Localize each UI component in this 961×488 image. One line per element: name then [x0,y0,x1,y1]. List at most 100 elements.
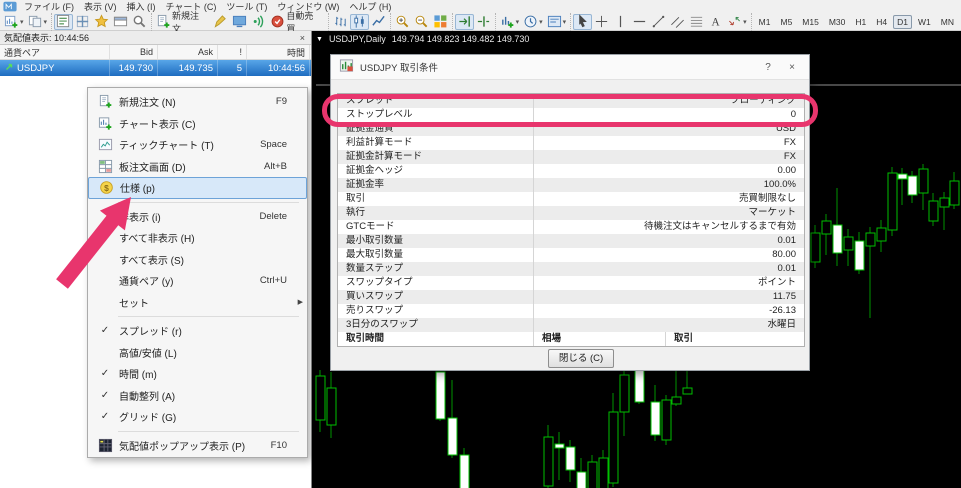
context-menu-item-10[interactable]: セット ▶ [88,292,307,314]
context-menu-item-2[interactable]: ティックチャート (T) Space [88,134,307,156]
context-menu-item-16[interactable]: ✓ グリッド (G) [88,406,307,428]
bar-chart-button[interactable] [331,14,350,30]
timeframe-h4-button[interactable]: H4 [872,15,891,29]
menu-item-1[interactable]: 表示 (V) [79,0,122,13]
sessions-col-quotes: 相場 [533,332,665,346]
spec-label: スプレッド [346,95,394,106]
auto-trading-button[interactable]: 自動売買 [268,11,325,34]
chevron-down-icon: ▾ [43,18,48,26]
context-menu-item-1[interactable]: チャート表示 (C) [88,113,307,135]
menu-item-shortcut: Delete [259,210,287,222]
spec-row-0: スプレッド フローティング [338,94,804,108]
chevron-down-icon: ▾ [562,18,567,26]
context-menu-item-13[interactable]: 高値/安値 (L) [88,342,307,364]
terminal-button[interactable] [111,14,130,30]
new-chart-button[interactable]: ▾ [2,14,26,30]
metaeditor-button[interactable] [211,14,230,30]
text-button[interactable]: A [706,14,725,30]
column-header[interactable]: Bid [110,45,158,59]
symbol-row-usdjpy[interactable]: USDJPY 149.730 149.735 5 10:44:56 [0,60,311,76]
menu-item-0[interactable]: ファイル (F) [19,0,79,13]
spec-label: 証拠金ヘッジ [346,165,404,176]
timeframe-w1-button[interactable]: W1 [914,15,935,29]
auto-scroll-button[interactable] [454,13,474,30]
menu-new-order-icon [91,94,119,109]
templates-button[interactable]: ▾ [545,14,569,30]
help-icon[interactable]: ? [759,59,777,75]
auto-scroll-icon [457,14,472,29]
spec-row-15: 売りスワップ -26.13 [338,304,804,318]
candlestick-button[interactable] [349,13,369,30]
context-menu-item-3[interactable]: 板注文画面 (D) Alt+B [88,156,307,178]
context-menu-item-15[interactable]: ✓ 自動整列 (A) [88,385,307,407]
cursor-button[interactable] [573,13,593,30]
sessions-header-row: 取引時間 相場 取引 [338,332,804,346]
market-watch-button[interactable] [54,13,74,30]
timeframe-mn-button[interactable]: MN [937,15,958,29]
horizontal-line-icon [632,14,647,29]
crosshair-button[interactable] [592,14,611,30]
spec-value: 100.0% [533,178,804,192]
spec-row-2: 証拠金通貨 USD [338,122,804,136]
context-menu-item-12[interactable]: ✓ スプレッド (r) [88,320,307,342]
menu-item-4[interactable]: ツール (T) [221,0,272,13]
close-button[interactable]: 閉じる (C) [548,349,614,368]
timeframe-m5-button[interactable]: M5 [776,15,796,29]
column-header[interactable]: ! [218,45,247,59]
toolbar: ▾ ▾ 新規注文 自動売買 ▾ ▾ ▾ A ▾ M1 M5 M15 M30 H1 H4 D1 W1 MN [0,11,961,34]
timeframe-m15-button[interactable]: M15 [798,15,823,29]
time-value: 10:44:56 [247,60,310,76]
zoom-in-button[interactable] [393,14,412,30]
line-chart-button[interactable] [369,14,388,30]
close-icon[interactable]: × [298,33,307,43]
spec-label: ストップレベル [346,109,413,120]
fibonacci-button[interactable] [687,14,706,30]
spec-value: 売買制限なし [533,192,804,206]
strategy-tester-button[interactable] [130,14,149,30]
column-header[interactable]: 時間 [247,45,310,59]
profiles-button[interactable]: ▾ [26,14,50,30]
close-icon[interactable]: × [783,59,801,75]
channel-button[interactable] [668,14,687,30]
timeframe-m1-button[interactable]: M1 [755,15,775,29]
chevron-down-icon: ▾ [743,18,747,26]
spec-label: 売りスワップ [346,305,404,316]
chart-shift-button[interactable] [474,14,493,30]
context-menu-item-6[interactable]: 非表示 (i) Delete [88,206,307,228]
menu-dom-icon [91,159,119,174]
vertical-line-button[interactable] [611,14,630,30]
context-menu-item-9[interactable]: 通貨ペア (y) Ctrl+U [88,270,307,292]
menu-item-2[interactable]: 挿入 (I) [122,0,161,13]
timeframe-d1-button[interactable]: D1 [893,14,913,29]
trendline-button[interactable] [649,14,668,30]
context-menu-item-14[interactable]: ✓ 時間 (m) [88,363,307,385]
context-menu-item-7[interactable]: すべて非表示 (H) [88,227,307,249]
new-order-button[interactable]: 新規注文 [154,11,211,34]
context-menu-item-0[interactable]: 新規注文 (N) F9 [88,91,307,113]
collapse-icon[interactable]: ▼ [316,36,323,43]
tile-windows-button[interactable] [431,14,450,30]
signals-button[interactable] [249,14,268,30]
menu-item-6[interactable]: ヘルプ (H) [344,0,396,13]
zoom-out-icon [414,14,429,29]
indicators-button[interactable]: ▾ [498,14,522,30]
text-icon: A [708,14,723,29]
market-watch-header: 通貨ペア Bid Ask! 時間 [0,45,311,60]
context-menu-item-4[interactable]: $ 仕様 (p) [88,177,307,199]
horizontal-line-button[interactable] [630,14,649,30]
periods-button[interactable]: ▾ [521,14,545,30]
context-menu-item-18[interactable]: 気配値ポップアップ表示 (P) F10 [88,435,307,457]
indicators-icon [500,14,515,29]
zoom-out-button[interactable] [412,14,431,30]
timeframe-m30-button[interactable]: M30 [825,15,850,29]
navigator-button[interactable] [92,14,111,30]
data-window-button[interactable] [73,14,92,30]
arrows-button[interactable]: ▾ [725,14,749,30]
column-header[interactable]: Ask [158,45,218,59]
timeframe-h1-button[interactable]: H1 [851,15,870,29]
line-chart-icon [371,14,386,29]
spec-value: -26.13 [533,304,804,318]
context-menu-item-8[interactable]: すべて表示 (S) [88,249,307,271]
community-button[interactable] [230,14,249,30]
column-header[interactable]: 通貨ペア [0,45,110,59]
